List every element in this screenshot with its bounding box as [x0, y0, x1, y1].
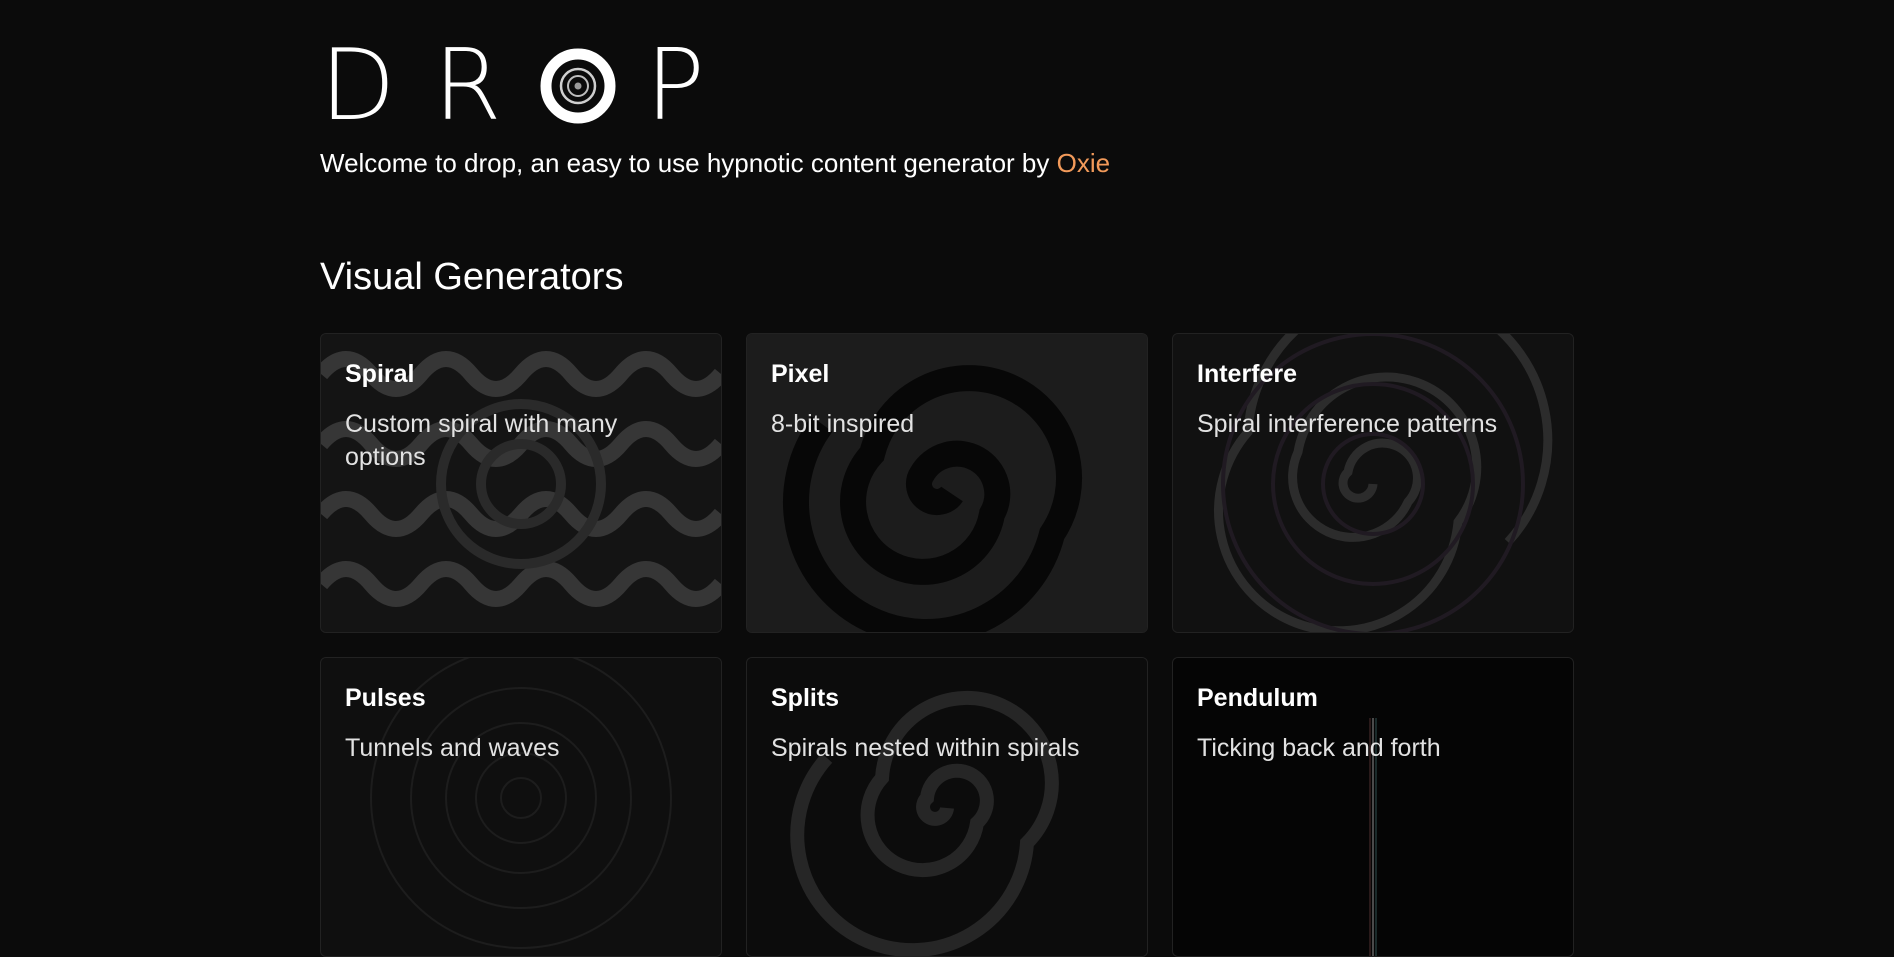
card-description: Spiral interference patterns [1197, 410, 1498, 438]
tagline: Welcome to drop, an easy to use hypnotic… [320, 148, 1110, 179]
card-title: Pulses [345, 684, 426, 712]
card-title: Splits [771, 684, 840, 712]
card-description: Ticking back and forth [1197, 734, 1441, 762]
section-title: Visual Generators [320, 256, 624, 298]
card-pulses[interactable]: Pulses Tunnels and waves [320, 657, 722, 957]
logo-letter-p: P [645, 29, 705, 143]
tagline-text: Welcome to drop, an easy to use hypnotic… [320, 148, 1057, 178]
card-title: Pendulum [1197, 684, 1318, 712]
card-splits[interactable]: Splits Spirals nested within spirals [746, 657, 1148, 957]
card-description: Tunnels and waves [345, 734, 560, 762]
author-link[interactable]: Oxie [1057, 148, 1110, 178]
drop-logo[interactable]: D R P [320, 29, 743, 143]
card-title: Spiral [345, 360, 415, 388]
card-description: Custom spiral with many options [345, 410, 618, 471]
card-description: 8-bit inspired [771, 410, 915, 438]
logo-letter-d: D [320, 29, 396, 143]
card-title: Interfere [1197, 360, 1298, 388]
card-title: Pixel [771, 360, 830, 388]
logo-letter-r: R [433, 29, 502, 143]
card-pendulum[interactable]: Pendulum Ticking back and forth [1172, 657, 1574, 957]
logo-target-icon [540, 48, 616, 124]
card-pixel[interactable]: Pixel 8-bit inspired [746, 333, 1148, 633]
card-spiral[interactable]: Spiral Custom spiral with many options [320, 333, 722, 633]
card-interfere[interactable]: Interfere Spiral interference patterns [1172, 333, 1574, 633]
card-description: Spirals nested within spirals [771, 734, 1080, 762]
